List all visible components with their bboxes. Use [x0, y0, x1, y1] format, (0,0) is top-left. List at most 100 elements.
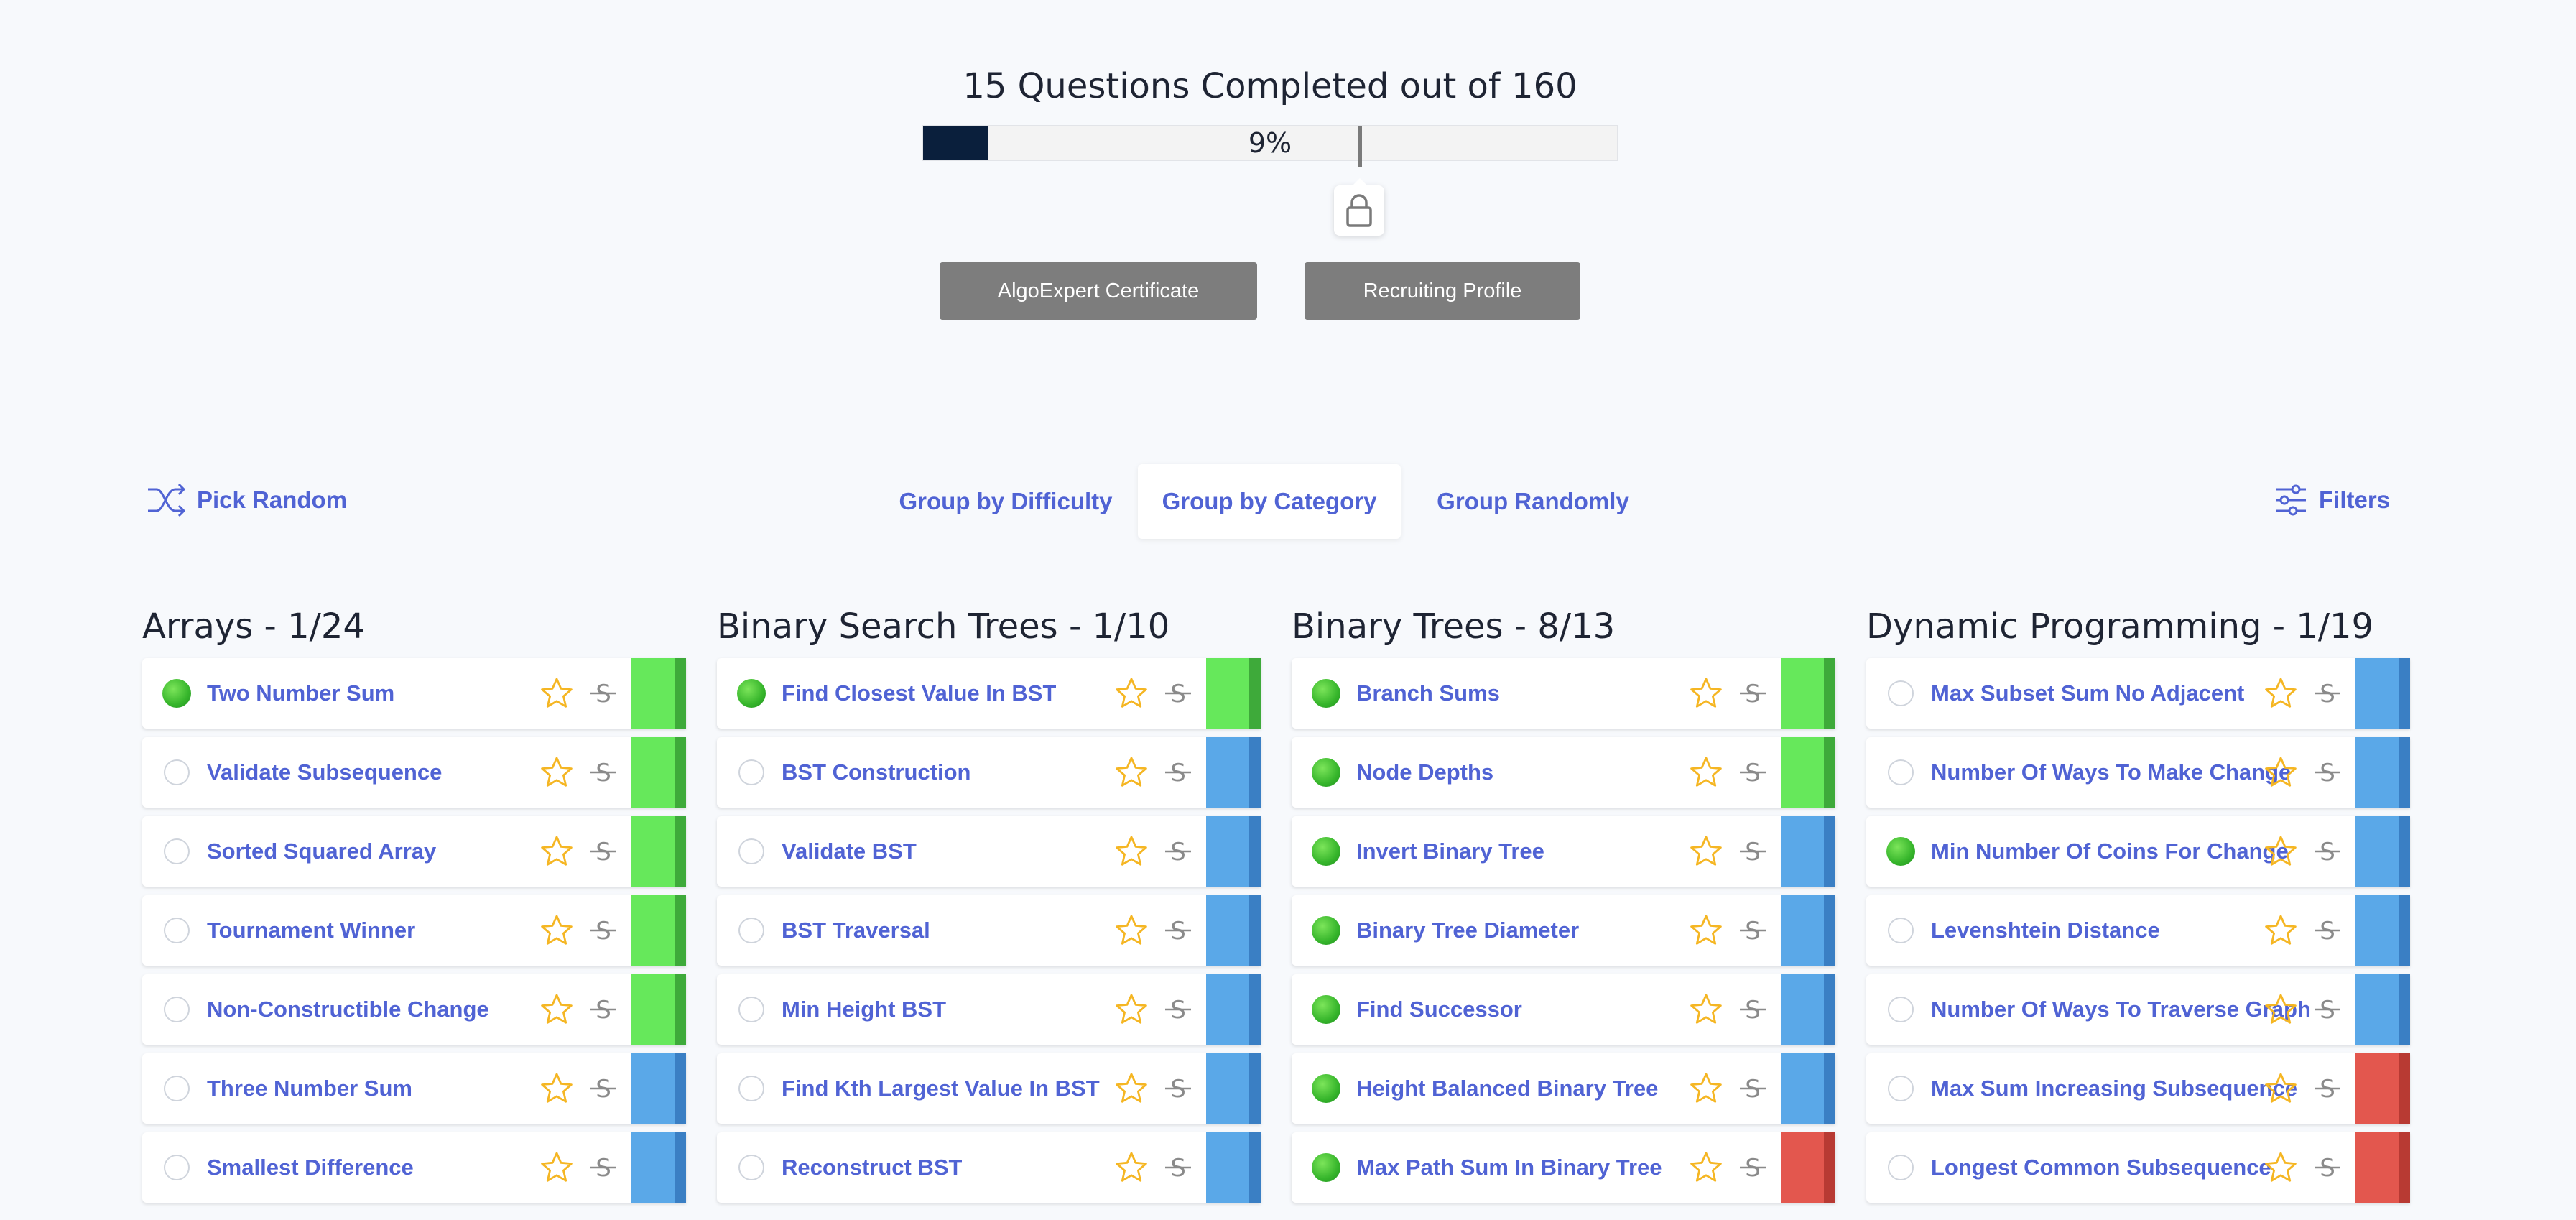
strikethrough-icon[interactable]: S — [588, 1151, 618, 1184]
question-card[interactable]: Min Number Of Coins For Change S — [1866, 816, 2410, 887]
question-name-link[interactable]: Find Closest Value In BST — [782, 658, 1169, 729]
question-card[interactable]: Height Balanced Binary Tree S — [1292, 1053, 1835, 1124]
strikethrough-icon[interactable]: S — [1738, 1151, 1768, 1184]
star-icon[interactable] — [2264, 756, 2297, 789]
star-icon[interactable] — [1690, 993, 1723, 1026]
filters-button[interactable]: Filters — [2274, 480, 2390, 520]
strikethrough-icon[interactable]: S — [588, 756, 618, 789]
pick-random-button[interactable]: Pick Random — [147, 480, 347, 520]
question-card[interactable]: Max Path Sum In Binary Tree S — [1292, 1132, 1835, 1203]
star-icon[interactable] — [2264, 835, 2297, 868]
star-icon[interactable] — [540, 1072, 573, 1105]
star-icon[interactable] — [1115, 835, 1148, 868]
question-card[interactable]: Branch Sums S — [1292, 658, 1835, 729]
question-name-link[interactable]: Find Kth Largest Value In BST — [782, 1053, 1169, 1124]
question-name-link[interactable]: Validate BST — [782, 816, 1169, 887]
strikethrough-icon[interactable]: S — [1738, 677, 1768, 710]
question-card[interactable]: Find Kth Largest Value In BST S — [717, 1053, 1261, 1124]
star-icon[interactable] — [540, 993, 573, 1026]
question-name-link[interactable]: Find Successor — [1356, 974, 1744, 1045]
incomplete-status-icon[interactable] — [1888, 918, 1914, 943]
question-name-link[interactable]: Sorted Squared Array — [207, 816, 595, 887]
completed-status-icon[interactable] — [1312, 1074, 1340, 1103]
tab-group-by-difficulty[interactable]: Group by Difficulty — [891, 464, 1121, 539]
star-icon[interactable] — [1115, 756, 1148, 789]
question-name-link[interactable]: Max Sum Increasing Subsequence — [1931, 1053, 2319, 1124]
strikethrough-icon[interactable]: S — [588, 1072, 618, 1105]
completed-status-icon[interactable] — [1312, 837, 1340, 866]
question-card[interactable]: BST Traversal S — [717, 895, 1261, 966]
incomplete-status-icon[interactable] — [1888, 1155, 1914, 1180]
question-card[interactable]: Find Closest Value In BST S — [717, 658, 1261, 729]
tab-group-by-category[interactable]: Group by Category — [1138, 464, 1401, 539]
question-name-link[interactable]: Levenshtein Distance — [1931, 895, 2319, 966]
question-card[interactable]: Smallest Difference S — [142, 1132, 686, 1203]
strikethrough-icon[interactable]: S — [2312, 1151, 2343, 1184]
star-icon[interactable] — [1690, 835, 1723, 868]
star-icon[interactable] — [540, 914, 573, 947]
question-name-link[interactable]: Two Number Sum — [207, 658, 595, 729]
strikethrough-icon[interactable]: S — [1163, 914, 1193, 947]
completed-status-icon[interactable] — [1312, 995, 1340, 1024]
recruiting-profile-button[interactable]: Recruiting Profile — [1305, 262, 1580, 320]
star-icon[interactable] — [2264, 993, 2297, 1026]
incomplete-status-icon[interactable] — [164, 918, 190, 943]
star-icon[interactable] — [1690, 677, 1723, 710]
star-icon[interactable] — [2264, 1072, 2297, 1105]
incomplete-status-icon[interactable] — [1888, 680, 1914, 706]
question-card[interactable]: Longest Common Subsequence S — [1866, 1132, 2410, 1203]
incomplete-status-icon[interactable] — [164, 1155, 190, 1180]
question-name-link[interactable]: Reconstruct BST — [782, 1132, 1169, 1203]
question-card[interactable]: Reconstruct BST S — [717, 1132, 1261, 1203]
question-name-link[interactable]: Max Subset Sum No Adjacent — [1931, 658, 2319, 729]
question-name-link[interactable]: Node Depths — [1356, 737, 1744, 808]
certificate-button[interactable]: AlgoExpert Certificate — [940, 262, 1257, 320]
question-name-link[interactable]: Tournament Winner — [207, 895, 595, 966]
tab-group-randomly[interactable]: Group Randomly — [1425, 464, 1641, 539]
strikethrough-icon[interactable]: S — [588, 914, 618, 947]
strikethrough-icon[interactable]: S — [2312, 914, 2343, 947]
strikethrough-icon[interactable]: S — [588, 677, 618, 710]
strikethrough-icon[interactable]: S — [1738, 993, 1768, 1026]
milestone-lock[interactable] — [1334, 178, 1384, 236]
strikethrough-icon[interactable]: S — [1738, 756, 1768, 789]
completed-status-icon[interactable] — [737, 679, 766, 708]
question-name-link[interactable]: BST Traversal — [782, 895, 1169, 966]
star-icon[interactable] — [1690, 1151, 1723, 1184]
completed-status-icon[interactable] — [1886, 837, 1915, 866]
incomplete-status-icon[interactable] — [738, 1076, 764, 1101]
strikethrough-icon[interactable]: S — [1738, 914, 1768, 947]
strikethrough-icon[interactable]: S — [2312, 677, 2343, 710]
strikethrough-icon[interactable]: S — [2312, 1072, 2343, 1105]
question-card[interactable]: Invert Binary Tree S — [1292, 816, 1835, 887]
question-card[interactable]: Two Number Sum S — [142, 658, 686, 729]
question-name-link[interactable]: Max Path Sum In Binary Tree — [1356, 1132, 1744, 1203]
strikethrough-icon[interactable]: S — [2312, 993, 2343, 1026]
strikethrough-icon[interactable]: S — [1163, 1072, 1193, 1105]
question-card[interactable]: Levenshtein Distance S — [1866, 895, 2410, 966]
question-name-link[interactable]: Height Balanced Binary Tree — [1356, 1053, 1744, 1124]
star-icon[interactable] — [1115, 993, 1148, 1026]
incomplete-status-icon[interactable] — [164, 1076, 190, 1101]
strikethrough-icon[interactable]: S — [2312, 756, 2343, 789]
question-card[interactable]: Tournament Winner S — [142, 895, 686, 966]
question-card[interactable]: Max Subset Sum No Adjacent S — [1866, 658, 2410, 729]
strikethrough-icon[interactable]: S — [588, 993, 618, 1026]
star-icon[interactable] — [1115, 914, 1148, 947]
question-name-link[interactable]: Branch Sums — [1356, 658, 1744, 729]
star-icon[interactable] — [2264, 914, 2297, 947]
question-name-link[interactable]: Validate Subsequence — [207, 737, 595, 808]
incomplete-status-icon[interactable] — [1888, 1076, 1914, 1101]
star-icon[interactable] — [2264, 1151, 2297, 1184]
incomplete-status-icon[interactable] — [738, 997, 764, 1022]
star-icon[interactable] — [1115, 677, 1148, 710]
star-icon[interactable] — [2264, 677, 2297, 710]
star-icon[interactable] — [1690, 1072, 1723, 1105]
incomplete-status-icon[interactable] — [164, 838, 190, 864]
question-name-link[interactable]: Binary Tree Diameter — [1356, 895, 1744, 966]
completed-status-icon[interactable] — [1312, 758, 1340, 787]
question-name-link[interactable]: Smallest Difference — [207, 1132, 595, 1203]
question-card[interactable]: Min Height BST S — [717, 974, 1261, 1045]
strikethrough-icon[interactable]: S — [588, 835, 618, 868]
star-icon[interactable] — [1115, 1151, 1148, 1184]
